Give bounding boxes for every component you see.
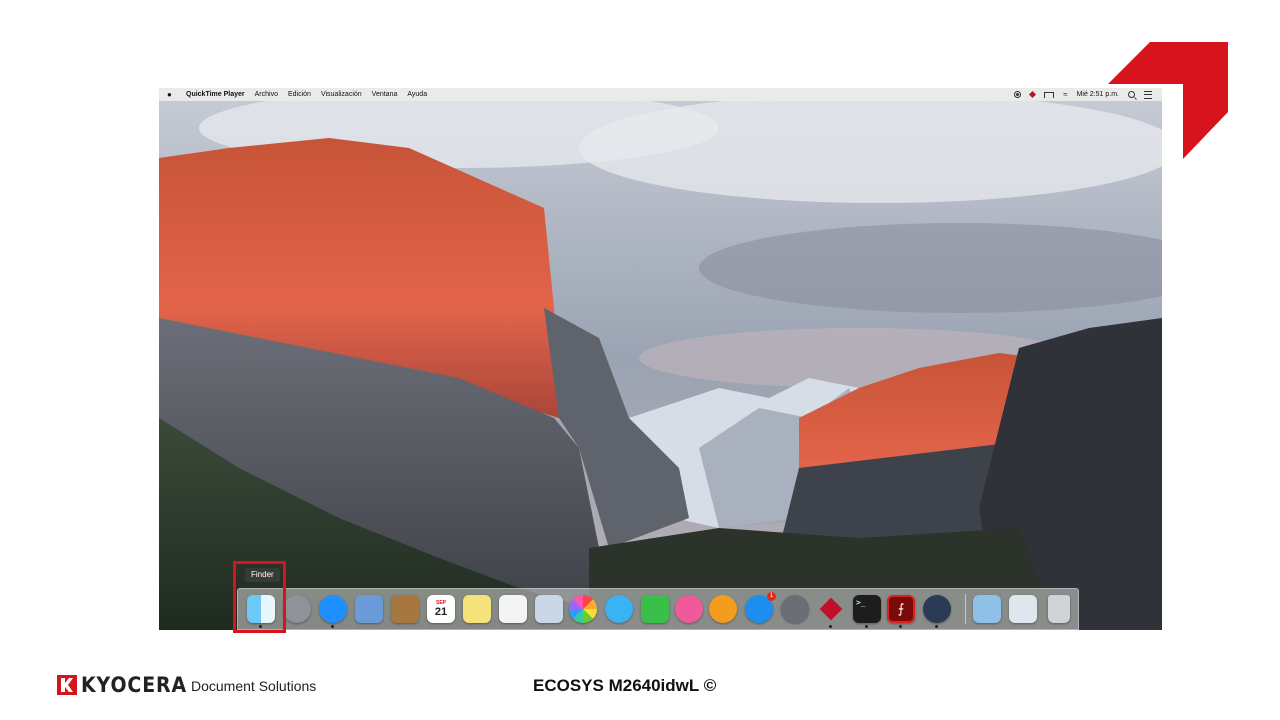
wifi-icon[interactable]: ≈ (1063, 91, 1067, 99)
dock-running-indicator (899, 625, 902, 628)
dock-folder-icon[interactable] (1009, 595, 1037, 623)
mac-menubar: ● QuickTime Player Archivo Edición Visua… (159, 88, 1162, 101)
kyocera-logo-mark-icon (57, 675, 77, 695)
dock-facetime-icon[interactable] (641, 595, 669, 623)
airplay-icon[interactable] (1044, 91, 1055, 98)
dock-running-indicator (829, 625, 832, 628)
menu-archivo[interactable]: Archivo (255, 91, 278, 98)
dock-terminal-icon[interactable]: >_ (853, 595, 881, 623)
kyocera-diamond-shape (819, 597, 843, 621)
acrobat-glyph: ⨍ (897, 601, 905, 616)
dock-utility-icon[interactable] (973, 595, 1001, 623)
kyocera-logo: KYOCERA (56, 673, 199, 697)
dock-running-indicator (865, 625, 868, 628)
mac-desktop-screenshot: ● QuickTime Player Archivo Edición Visua… (159, 88, 1162, 630)
dock-contacts-icon[interactable] (391, 595, 419, 623)
dock-notes-icon[interactable] (463, 595, 491, 623)
dock-ibooks-icon[interactable] (709, 595, 737, 623)
dock-separator (965, 594, 966, 624)
dock-calendar-icon[interactable]: SEP 21 (427, 595, 455, 623)
el-capitan-wallpaper (159, 88, 1162, 630)
dock-reminders-icon[interactable] (499, 595, 527, 623)
dock-photos-icon[interactable] (569, 595, 597, 623)
menu-ayuda[interactable]: Ayuda (407, 91, 427, 98)
dock-app-store-icon[interactable]: 1 (745, 592, 776, 623)
dock-trash-icon[interactable] (1048, 595, 1070, 623)
menu-ventana[interactable]: Ventana (372, 91, 398, 98)
dock-safari-icon[interactable] (319, 595, 347, 623)
menu-app-name[interactable]: QuickTime Player (186, 91, 245, 98)
dock-system-preferences-icon[interactable] (781, 595, 809, 623)
menubar-status-area: ≈ Mié 2:51 p.m. (1014, 90, 1162, 99)
model-label: ECOSYS M2640idwL © (533, 676, 717, 695)
kyocera-logo-text: KYOCERA (81, 673, 187, 697)
dock-preview-icon[interactable] (535, 595, 563, 623)
dock-running-indicator (331, 625, 334, 628)
dock-mail-icon[interactable] (355, 595, 383, 623)
dock-running-indicator (935, 625, 938, 628)
finder-highlight-box (233, 561, 286, 633)
dock-launchpad-icon[interactable] (283, 595, 311, 623)
brand-tagline: Document Solutions (191, 678, 317, 694)
dock-itunes-icon[interactable] (675, 595, 703, 623)
menubar-clock[interactable]: Mié 2:51 p.m. (1077, 91, 1119, 98)
dock-messages-icon[interactable] (605, 595, 633, 623)
record-icon[interactable] (1014, 91, 1022, 98)
search-icon[interactable] (1128, 91, 1135, 98)
dock-kyocera-app-icon[interactable] (817, 595, 845, 623)
app-store-badge: 1 (767, 592, 776, 601)
apple-icon[interactable]: ● (167, 90, 177, 99)
menu-visualizacion[interactable]: Visualización (321, 91, 362, 98)
dock-quicktime-icon[interactable] (923, 595, 951, 623)
dock-acrobat-icon[interactable]: ⨍ (887, 595, 915, 623)
diamond-icon[interactable] (1029, 90, 1037, 99)
calendar-day: 21 (434, 606, 448, 618)
menu-edicion[interactable]: Edición (288, 91, 311, 98)
notification-list-icon[interactable] (1144, 90, 1152, 99)
